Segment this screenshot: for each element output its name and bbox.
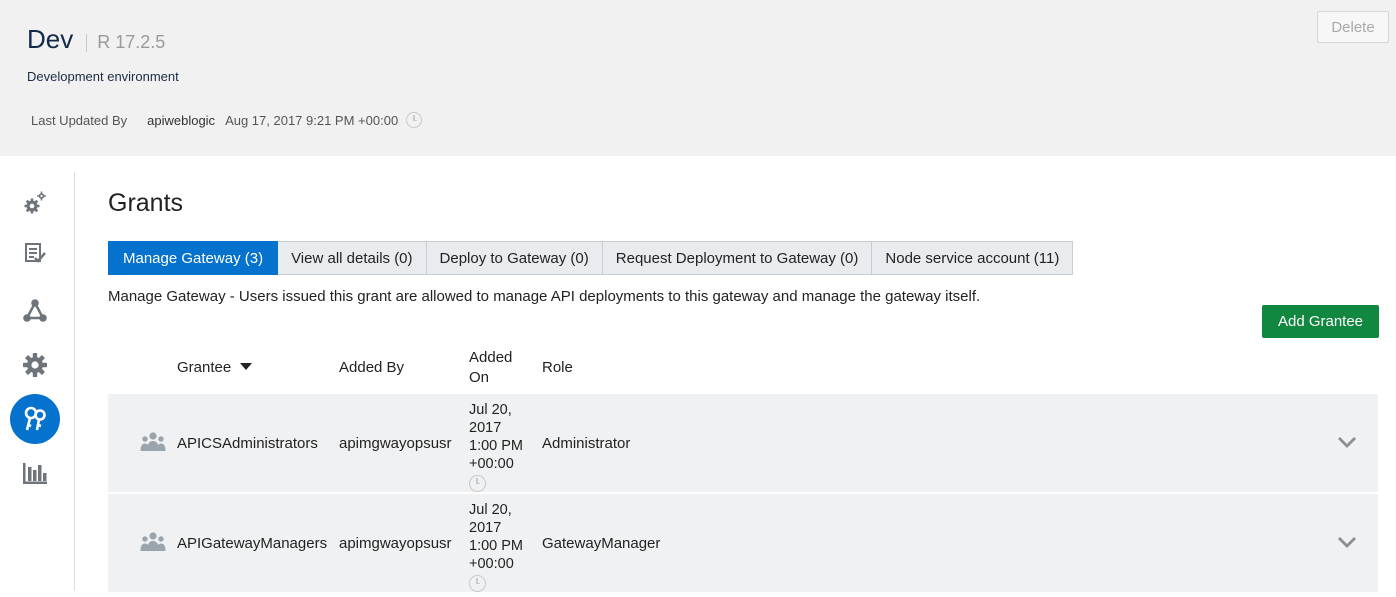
environment-description: Development environment: [27, 69, 179, 84]
tab-node-service-account[interactable]: Node service account (11): [872, 241, 1074, 275]
column-header-added-by: Added By: [339, 359, 405, 376]
added-on-date-line-3: 1:00 PM: [469, 538, 523, 554]
sidebar-item-settings[interactable]: [10, 178, 60, 228]
user-group-icon: [140, 432, 166, 451]
added-on-date-line-2: 2017: [469, 520, 502, 536]
sort-descending-icon[interactable]: [240, 363, 253, 370]
sidebar-item-grants[interactable]: [10, 394, 60, 444]
added-on-date-line-1: Jul 20,: [469, 502, 512, 518]
tab-deploy-to-gateway[interactable]: Deploy to Gateway (0): [426, 241, 603, 275]
chevron-down-icon[interactable]: [1337, 536, 1357, 549]
grant-tabs: Manage Gateway (3) View all details (0) …: [108, 241, 1074, 275]
environment-header: Dev R 17.2.5 Development environment Las…: [0, 0, 1396, 156]
title-row: Dev R 17.2.5: [27, 24, 165, 55]
added-on-date-line-3: 1:00 PM: [469, 438, 523, 454]
last-updated: Last Updated By apiweblogic Aug 17, 2017…: [31, 112, 423, 128]
keys-icon: [24, 406, 46, 431]
added-on: Jul 20, 2017 1:00 PM +00:00: [469, 501, 541, 597]
environment-name: Dev: [27, 24, 74, 54]
tab-description: Manage Gateway - Users issued this grant…: [108, 288, 981, 305]
clock-icon: [406, 112, 423, 128]
table-row[interactable]: APIGatewayManagers apimgwayopsusr Jul 20…: [108, 494, 1378, 592]
table-row[interactable]: APICSAdministrators apimgwayopsusr Jul 2…: [108, 394, 1378, 492]
tab-request-deployment[interactable]: Request Deployment to Gateway (0): [602, 241, 873, 275]
user-group-icon: [140, 532, 166, 551]
add-grantee-button[interactable]: Add Grantee: [1262, 305, 1379, 338]
checklist-icon: [25, 243, 46, 263]
column-header-added-on: Added On: [469, 348, 512, 388]
added-on-date-line-4: +00:00: [469, 556, 514, 572]
clock-icon: [469, 475, 486, 492]
network-nodes-icon: [23, 299, 47, 322]
sidebar-divider: [74, 172, 75, 591]
sidebar-item-settings-gear[interactable]: [10, 340, 60, 390]
settings-cogs-icon: [24, 191, 46, 214]
sidebar-item-nodes[interactable]: [10, 286, 60, 336]
delete-button[interactable]: Delete: [1317, 11, 1389, 43]
added-on: Jul 20, 2017 1:00 PM +00:00: [469, 401, 541, 497]
version-label: R 17.2.5: [97, 32, 166, 52]
added-by: apimgwayopsusr: [339, 535, 452, 552]
last-updated-label: Last Updated By: [31, 112, 128, 128]
page-title: Grants: [108, 189, 184, 217]
title-divider: [86, 33, 88, 52]
sidebar-item-checklist[interactable]: [10, 228, 60, 278]
chevron-down-icon[interactable]: [1337, 436, 1357, 449]
last-updated-user[interactable]: apiweblogic: [147, 113, 215, 128]
role: GatewayManager: [542, 535, 661, 552]
added-on-date-line-1: Jul 20,: [469, 402, 512, 418]
role: Administrator: [542, 435, 631, 452]
clock-icon: [469, 575, 486, 592]
tab-manage-gateway[interactable]: Manage Gateway (3): [108, 241, 279, 275]
last-updated-date: Aug 17, 2017 9:21 PM +00:00: [225, 112, 399, 128]
tab-view-all-details[interactable]: View all details (0): [278, 241, 427, 275]
grantee-header-label: Grantee: [177, 359, 232, 376]
sidebar-item-analytics[interactable]: [10, 449, 60, 499]
gear-icon: [23, 353, 47, 377]
added-on-date-line-4: +00:00: [469, 456, 514, 472]
added-on-header-line-1: Added: [469, 349, 513, 366]
grantee-name: APIGatewayManagers: [177, 535, 328, 552]
added-on-date-line-2: 2017: [469, 420, 502, 436]
column-header-role: Role: [542, 359, 573, 376]
bar-chart-icon: [23, 463, 47, 484]
added-by: apimgwayopsusr: [339, 435, 452, 452]
column-header-grantee[interactable]: Grantee: [177, 358, 253, 378]
added-on-header-line-2: On: [469, 369, 490, 386]
grantee-name: APICSAdministrators: [177, 435, 318, 452]
